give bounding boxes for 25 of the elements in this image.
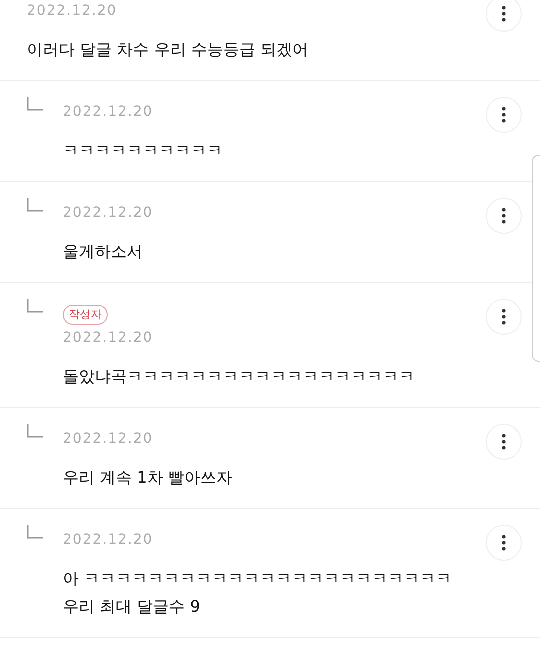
more-dots-icon bbox=[502, 434, 506, 450]
comment-text: 돌았냐곡ㅋㅋㅋㅋㅋㅋㅋㅋㅋㅋㅋㅋㅋㅋㅋㅋㅋㅋ bbox=[63, 366, 415, 388]
comment-text: 우리 계속 1차 빨아쓰자 bbox=[63, 467, 232, 489]
more-dots-icon bbox=[502, 6, 506, 22]
more-dots-icon bbox=[502, 107, 506, 123]
comment-text: 아 ㅋㅋㅋㅋㅋㅋㅋㅋㅋㅋㅋㅋㅋㅋㅋㅋㅋㅋㅋㅋㅋㅋㅋ 우리 최대 달글수 9 bbox=[63, 568, 452, 618]
comment-date: 2022.12.20 bbox=[63, 103, 154, 121]
comment-date: 2022.12.20 bbox=[63, 329, 154, 347]
comment-date: 2022.12.20 bbox=[63, 531, 154, 549]
comment-text: 울게하소서 bbox=[63, 241, 143, 263]
comment-date: 2022.12.20 bbox=[27, 2, 118, 20]
author-badge: 작성자 bbox=[63, 305, 108, 325]
reply-corner-icon bbox=[27, 198, 43, 212]
more-options-button[interactable] bbox=[486, 0, 522, 32]
reply-corner-icon bbox=[27, 299, 43, 313]
comment-text: 이러다 달글 차수 우리 수능등급 되겠어 bbox=[27, 39, 308, 61]
more-dots-icon bbox=[502, 309, 506, 325]
reply-corner-icon bbox=[27, 97, 43, 111]
reply-corner-icon bbox=[27, 424, 43, 438]
comment-text: ㅋㅋㅋㅋㅋㅋㅋㅋㅋㅋ bbox=[63, 140, 223, 162]
comment-date: 2022.12.20 bbox=[63, 204, 154, 222]
more-dots-icon bbox=[502, 535, 506, 551]
more-dots-icon bbox=[502, 208, 506, 224]
comment-date: 2022.12.20 bbox=[63, 430, 154, 448]
reply-corner-icon bbox=[27, 525, 43, 539]
